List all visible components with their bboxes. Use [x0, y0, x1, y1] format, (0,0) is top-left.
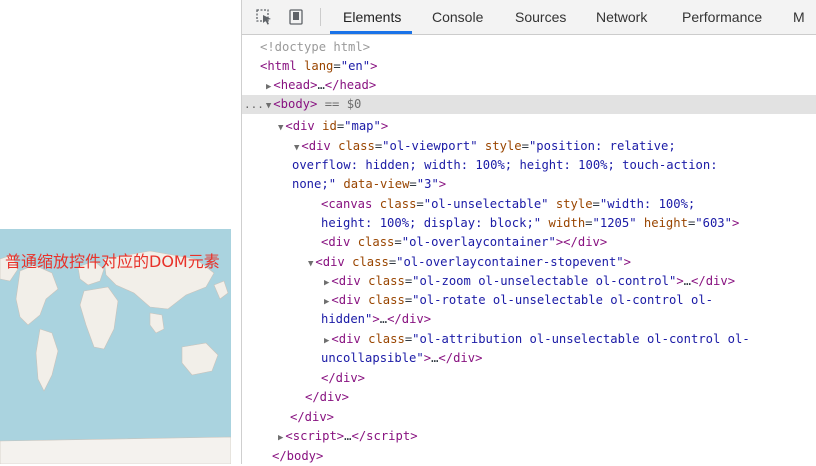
tab-console[interactable]: Console	[432, 0, 483, 34]
inspect-element-icon[interactable]	[254, 7, 274, 27]
doctype-text: <!doctype html>	[260, 40, 371, 54]
tab-elements[interactable]: Elements	[343, 0, 401, 34]
devtools-panel: Elements Console Sources Network Perform…	[241, 0, 816, 464]
dom-line-overlay[interactable]: <div class="ol-overlaycontainer"></div>	[321, 233, 607, 252]
devtools-toolbar: Elements Console Sources Network Perform…	[242, 0, 816, 35]
device-toolbar-icon[interactable]	[286, 7, 306, 27]
dom-line-close-div-2[interactable]: </div>	[305, 388, 349, 407]
dom-line-overlay-stopevent[interactable]: ▼ <div class="ol-overlaycontainer-stopeve…	[308, 253, 631, 272]
dom-line-map-div[interactable]: ▼ <div id="map">	[278, 117, 388, 136]
dom-line-viewport[interactable]: ▼ <div class="ol-viewport" style="positio…	[294, 137, 676, 156]
dom-line-close-div-1[interactable]: </div>	[321, 369, 365, 388]
selected-marker: == $0	[324, 97, 362, 111]
dom-line-head[interactable]: ▶ <head>…</head>	[266, 76, 376, 95]
dom-line-close-div-3[interactable]: </div>	[290, 408, 334, 427]
tab-network[interactable]: Network	[596, 0, 647, 34]
dom-line-viewport-end[interactable]: none;" data-view="3">	[292, 175, 446, 194]
expand-triangle-icon[interactable]: ▶	[324, 278, 329, 288]
dom-line-rotate-cont[interactable]: hidden">…</div>	[321, 310, 431, 329]
dom-line-viewport-cont[interactable]: overflow: hidden; width: 100%; height: 1…	[292, 156, 718, 175]
collapse-triangle-icon[interactable]: ▼	[266, 101, 271, 111]
expand-triangle-icon[interactable]: ▶	[266, 82, 271, 92]
expand-triangle-icon[interactable]: ▶	[324, 297, 329, 307]
dom-line-close-body[interactable]: </body>	[272, 447, 323, 466]
collapse-triangle-icon[interactable]: ▼	[278, 123, 283, 133]
dom-line-doctype[interactable]: <!doctype html>	[260, 38, 370, 57]
dom-line-zoom[interactable]: ▶ <div class="ol-zoom ol-unselectable ol-…	[324, 272, 735, 291]
tab-more[interactable]: M	[793, 0, 805, 34]
page-viewport: 普通缩放控件对应的DOM元素	[0, 0, 241, 464]
collapse-triangle-icon[interactable]: ▼	[308, 259, 313, 269]
dom-line-attribution[interactable]: ▶ <div class="ol-attribution ol-unselecta…	[324, 330, 750, 349]
dom-line-body[interactable]: ... ▼ <body> == $0	[244, 95, 361, 114]
expand-triangle-icon[interactable]: ▶	[324, 336, 329, 346]
tab-sources[interactable]: Sources	[515, 0, 566, 34]
dom-line-script[interactable]: ▶ <script>…</script>	[278, 427, 418, 446]
dom-line-html[interactable]: <html lang="en">	[260, 57, 377, 76]
toolbar-separator	[320, 8, 321, 26]
collapse-triangle-icon[interactable]: ▼	[294, 143, 299, 153]
active-tab-indicator	[330, 31, 412, 34]
dom-line-rotate[interactable]: ▶ <div class="ol-rotate ol-unselectable o…	[324, 291, 713, 310]
tab-performance[interactable]: Performance	[682, 0, 762, 34]
dom-line-canvas-cont[interactable]: height: 100%; display: block;" width="12…	[321, 214, 739, 233]
annotation-label: 普通缩放控件对应的DOM元素	[5, 252, 220, 271]
more-options-icon[interactable]: ...	[244, 98, 264, 111]
dom-tree[interactable]: <!doctype html> <html lang="en"> ▶ <head>…	[242, 35, 816, 464]
dom-line-canvas[interactable]: <canvas class="ol-unselectable" style="w…	[321, 195, 695, 214]
expand-triangle-icon[interactable]: ▶	[278, 433, 283, 443]
dom-line-attribution-cont[interactable]: uncollapsible">…</div>	[321, 349, 482, 368]
